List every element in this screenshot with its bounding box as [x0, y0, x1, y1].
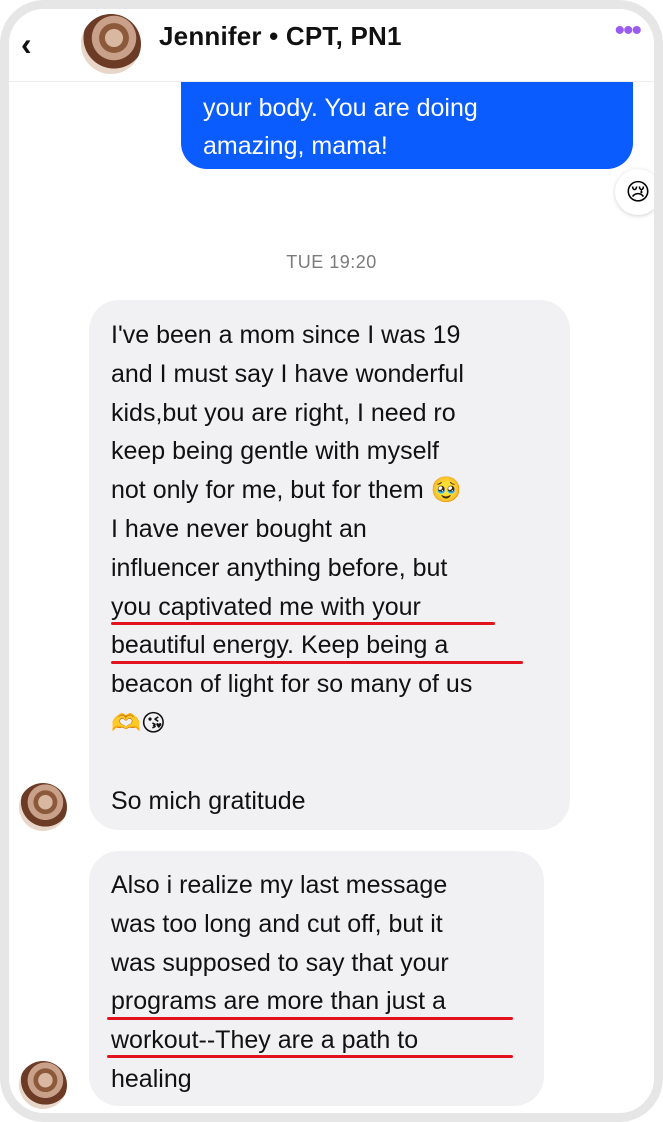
message-line: I've been a mom since I was 19 [111, 321, 461, 349]
sender-avatar[interactable] [19, 783, 67, 831]
message-line: amazing, mama! [203, 132, 388, 160]
message-line: your body. You are doing [203, 94, 478, 122]
message-emoji-line: 🫶😘 [111, 708, 166, 737]
red-underline [107, 1055, 513, 1058]
received-message-bubble[interactable]: I've been a mom since I was 19 and I mus… [89, 300, 570, 830]
message-line: Also i realize my last message [111, 871, 448, 899]
message-line: was supposed to say that your [111, 948, 449, 977]
message-line: you captivated me with your [111, 592, 421, 621]
message-line: healing [111, 1064, 192, 1093]
message-line: was too long and cut off, but it [111, 909, 443, 938]
message-line: keep being gentle with myself [111, 437, 439, 466]
received-message-bubble[interactable]: Also i realize my last message was too l… [89, 851, 544, 1106]
message-line: kids,but you are right, I need ro [111, 398, 456, 427]
red-underline [111, 661, 523, 664]
message-timestamp: TUE 19:20 [286, 252, 377, 272]
crying-face-icon: 😢 [625, 178, 651, 206]
message-line: I have never bought an [111, 514, 367, 543]
chevron-left-icon[interactable]: ‹ [21, 28, 41, 60]
red-underline [111, 622, 495, 625]
message-line: and I must say I have wonderful [111, 359, 464, 388]
phone-frame: ‹ Jennifer • CPT, PN1 ••• your body. You… [0, 0, 663, 1122]
chat-header: ‹ Jennifer • CPT, PN1 ••• [9, 9, 654, 82]
message-line: beacon of light for so many of us [111, 670, 473, 699]
contact-name[interactable]: Jennifer • CPT, PN1 [159, 21, 402, 52]
message-line: not only for me, but for them 🥹 [111, 476, 462, 505]
message-line: influencer anything before, but [111, 553, 448, 582]
message-line: So mich gratitude [111, 786, 306, 815]
message-line: beautiful energy. Keep being a [111, 631, 449, 660]
red-underline [107, 1017, 513, 1020]
more-dots-icon[interactable]: ••• [614, 16, 641, 46]
sender-avatar[interactable] [19, 1061, 67, 1109]
contact-avatar[interactable] [81, 14, 141, 74]
crying-face-reaction[interactable]: 😢 [615, 169, 654, 215]
message-line: programs are more than just a [111, 987, 446, 1016]
